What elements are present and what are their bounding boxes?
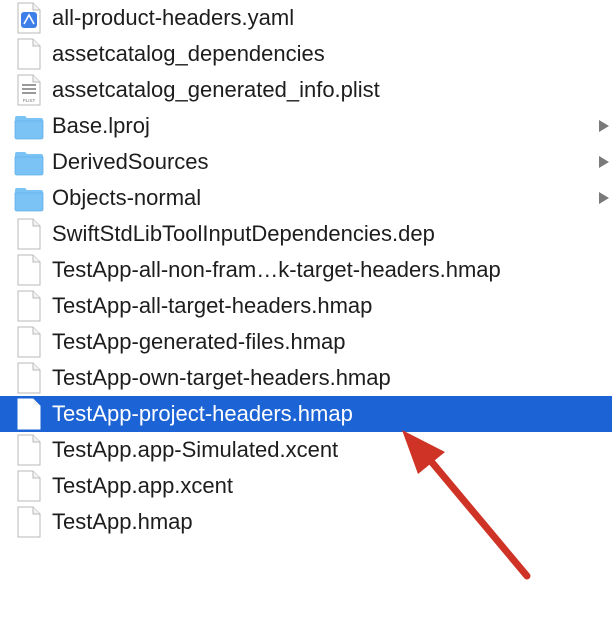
file-name: TestApp-all-non-fram…k-target-headers.hm… — [52, 257, 501, 282]
file-name: TestApp.app.xcent — [52, 473, 234, 498]
file-row[interactable]: TestApp.app-Simulated.xcent — [0, 432, 612, 468]
file-row[interactable]: TestApp-all-non-fram…k-target-headers.hm… — [0, 252, 612, 288]
folder-icon — [14, 110, 44, 142]
folder-icon — [14, 182, 44, 214]
generic-file-icon — [14, 326, 44, 358]
folder-icon — [14, 146, 44, 178]
file-name: TestApp-own-target-headers.hmap — [52, 365, 391, 390]
file-name: TestApp.hmap — [52, 509, 193, 534]
generic-file-icon — [14, 38, 44, 70]
file-name: Base.lproj — [52, 113, 150, 138]
file-name: DerivedSources — [52, 149, 209, 174]
file-name: assetcatalog_generated_info.plist — [52, 77, 380, 102]
file-name: assetcatalog_dependencies — [52, 41, 325, 66]
file-name: all-product-headers.yaml — [52, 5, 295, 30]
yaml-file-icon — [14, 2, 44, 34]
file-list: all-product-headers.yaml assetcatalog_dep… — [0, 0, 612, 540]
generic-file-icon — [14, 434, 44, 466]
file-row[interactable]: TestApp.hmap — [0, 504, 612, 540]
file-name: SwiftStdLibToolInputDependencies.dep — [52, 221, 435, 246]
plist-badge: PLIST — [23, 98, 36, 103]
file-row[interactable]: TestApp-own-target-headers.hmap — [0, 360, 612, 396]
generic-file-icon — [14, 362, 44, 394]
file-name: TestApp-generated-files.hmap — [52, 329, 346, 354]
file-name: TestApp-all-target-headers.hmap — [52, 293, 373, 318]
file-row[interactable]: TestApp.app.xcent — [0, 468, 612, 504]
generic-file-icon — [14, 506, 44, 538]
generic-file-icon — [14, 470, 44, 502]
file-row[interactable]: TestApp-generated-files.hmap — [0, 324, 612, 360]
disclosure-triangle-icon[interactable] — [598, 191, 610, 205]
file-name: Objects-normal — [52, 185, 202, 210]
generic-file-icon — [14, 398, 44, 430]
file-row[interactable]: TestApp-all-target-headers.hmap — [0, 288, 612, 324]
generic-file-icon — [14, 290, 44, 322]
generic-file-icon — [14, 254, 44, 286]
file-row[interactable]: all-product-headers.yaml — [0, 0, 612, 36]
folder-row[interactable]: DerivedSources — [0, 144, 612, 180]
file-row[interactable]: TestApp-project-headers.hmap — [0, 396, 612, 432]
plist-file-icon: PLIST — [14, 74, 44, 106]
disclosure-triangle-icon[interactable] — [598, 155, 610, 169]
file-row[interactable]: SwiftStdLibToolInputDependencies.dep — [0, 216, 612, 252]
file-name: TestApp.app-Simulated.xcent — [52, 437, 339, 462]
generic-file-icon — [14, 218, 44, 250]
folder-row[interactable]: Objects-normal — [0, 180, 612, 216]
file-row[interactable]: PLIST assetcatalog_generated_info.plist — [0, 72, 612, 108]
file-name: TestApp-project-headers.hmap — [52, 401, 353, 426]
file-row[interactable]: assetcatalog_dependencies — [0, 36, 612, 72]
folder-row[interactable]: Base.lproj — [0, 108, 612, 144]
disclosure-triangle-icon[interactable] — [598, 119, 610, 133]
